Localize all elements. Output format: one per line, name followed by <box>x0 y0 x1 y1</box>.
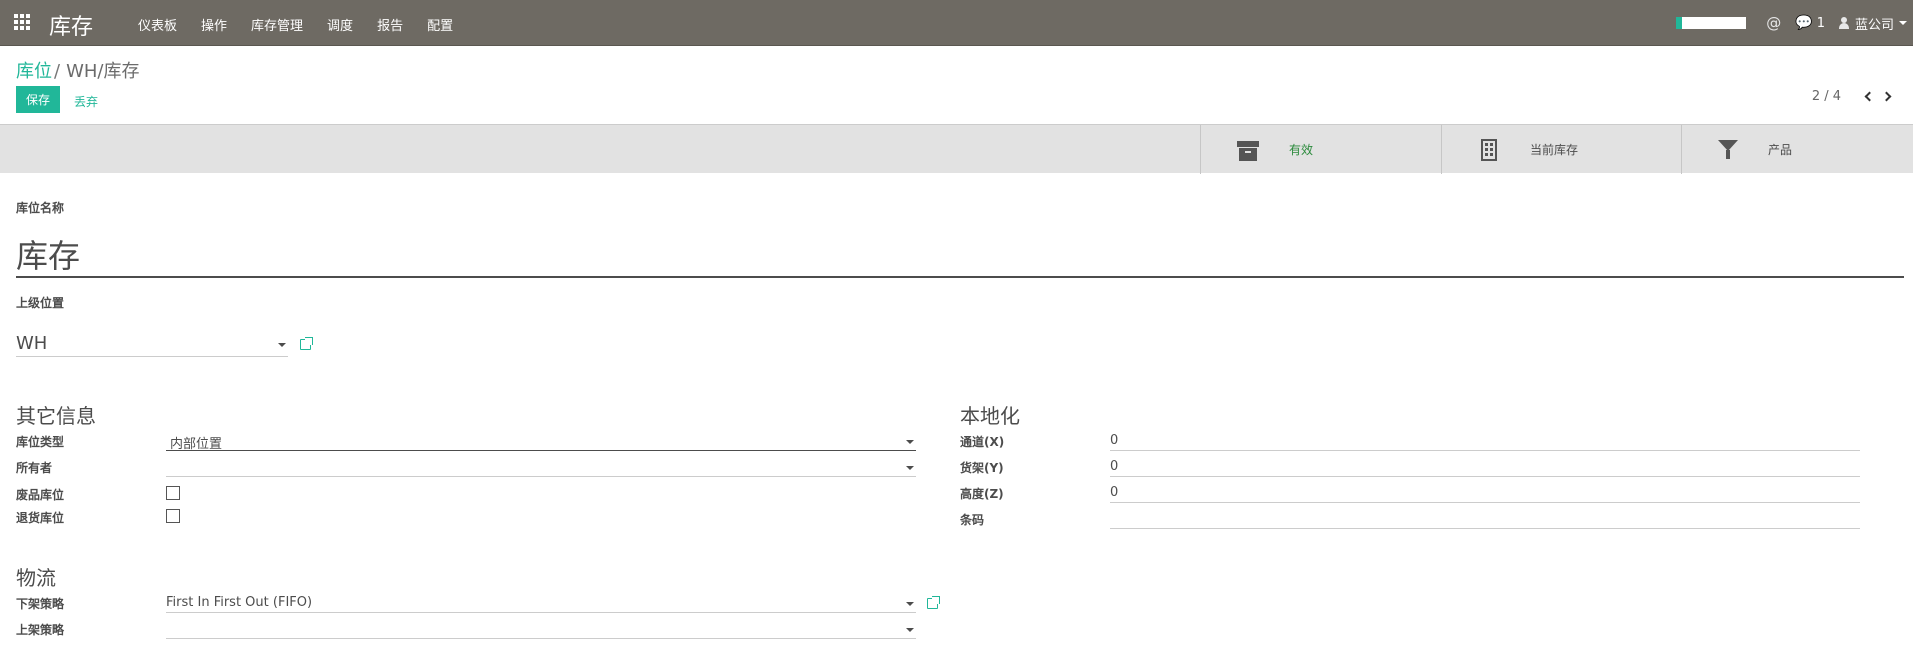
active-toggle-button[interactable]: 有效 <box>1200 125 1441 174</box>
active-toggle-label: 有效 <box>1289 143 1314 157</box>
removal-strategy-select[interactable]: First In First Out (FIFO) <box>166 593 916 613</box>
top-navbar: 库存 仪表板 操作 库存管理 调度 报告 配置 @ 💬 1 蓝公司 <box>0 0 1913 46</box>
shelf-label: 货架(Y) <box>960 461 1004 475</box>
breadcrumb-separator: / <box>54 61 61 82</box>
owner-label: 所有者 <box>16 461 53 475</box>
chevron-left-icon <box>1864 91 1875 101</box>
aisle-label: 通道(X) <box>960 435 1005 449</box>
pager-next-button[interactable] <box>1881 90 1895 104</box>
products-button[interactable]: 产品 <box>1681 125 1913 174</box>
menu-item-reporting[interactable]: 报告 <box>377 15 403 34</box>
aisle-input[interactable]: 0 <box>1110 431 1860 451</box>
other-info-title: 其它信息 <box>16 404 96 428</box>
scrap-location-label: 废品库位 <box>16 488 65 502</box>
caret-down-icon <box>278 343 286 347</box>
height-value: 0 <box>1110 485 1119 500</box>
location-name-label: 库位名称 <box>16 201 65 215</box>
pager-previous-button[interactable] <box>1861 90 1875 104</box>
menu-item-dashboard[interactable]: 仪表板 <box>138 15 177 34</box>
user-name: 蓝公司 <box>1854 17 1894 33</box>
products-label: 产品 <box>1768 143 1793 157</box>
return-location-label: 退货库位 <box>16 511 65 525</box>
caret-down-icon <box>1899 21 1907 25</box>
planner-progress-bar[interactable] <box>1676 17 1747 29</box>
menu-item-configuration[interactable]: 配置 <box>427 15 453 34</box>
barcode-label: 条码 <box>960 513 985 527</box>
chat-counter: 1 <box>1816 15 1825 31</box>
location-type-label: 库位类型 <box>16 435 65 449</box>
caret-down-icon <box>906 602 914 606</box>
main-menu: 仪表板 操作 库存管理 调度 报告 配置 <box>138 15 477 34</box>
parent-location-select[interactable]: WH <box>16 333 288 357</box>
building-icon <box>1481 138 1497 161</box>
scrap-location-checkbox[interactable] <box>166 486 180 500</box>
owner-select[interactable] <box>166 457 916 477</box>
breadcrumb-current: WH/库存 <box>66 61 140 82</box>
navbar-systray: @ 💬 1 蓝公司 <box>1676 0 1913 46</box>
parent-location-label: 上级位置 <box>16 296 65 310</box>
caret-down-icon <box>906 466 914 470</box>
barcode-input[interactable] <box>1110 509 1860 529</box>
menu-item-operations[interactable]: 操作 <box>201 15 227 34</box>
archive-icon <box>1237 139 1259 161</box>
height-input[interactable]: 0 <box>1110 483 1860 503</box>
shelf-value: 0 <box>1110 459 1119 474</box>
user-avatar-icon <box>1838 17 1849 29</box>
current-stock-label: 当前库存 <box>1530 143 1579 157</box>
location-name-input[interactable]: 库存 <box>16 234 1904 278</box>
chat-bubbles-icon: 💬 <box>1795 15 1813 31</box>
parent-location-value: WH <box>16 333 48 354</box>
menu-item-scheduling[interactable]: 调度 <box>327 15 353 34</box>
logistics-title: 物流 <box>16 566 56 590</box>
breadcrumb: 库位 / WH/库存 <box>16 57 139 83</box>
location-type-select[interactable]: 内部位置 <box>166 431 916 452</box>
caret-down-icon <box>906 440 914 444</box>
messaging-menu[interactable]: 💬 1 <box>1795 15 1825 31</box>
removal-strategy-label: 下架策略 <box>16 597 65 611</box>
caret-down-icon <box>906 628 914 632</box>
putaway-strategy-select[interactable] <box>166 619 916 639</box>
putaway-strategy-label: 上架策略 <box>16 623 65 637</box>
shelf-input[interactable]: 0 <box>1110 457 1860 477</box>
aisle-value: 0 <box>1110 433 1119 448</box>
filter-icon <box>1718 140 1738 159</box>
smart-button-box: 有效 当前库存 产品 <box>0 124 1913 174</box>
external-link-icon[interactable] <box>300 337 313 350</box>
pager-value[interactable]: 2 / 4 <box>1812 89 1841 104</box>
breadcrumb-parent-link[interactable]: 库位 <box>16 61 52 82</box>
pager: 2 / 4 <box>1812 89 1895 104</box>
discard-button[interactable]: 丢弃 <box>74 93 98 110</box>
return-location-checkbox[interactable] <box>166 509 180 523</box>
app-title: 库存 <box>49 15 94 40</box>
user-menu[interactable]: 蓝公司 <box>1838 14 1907 33</box>
chevron-right-icon <box>1881 91 1892 101</box>
external-link-icon[interactable] <box>927 596 940 609</box>
removal-strategy-value: First In First Out (FIFO) <box>166 595 313 610</box>
height-label: 高度(Z) <box>960 487 1004 501</box>
localization-title: 本地化 <box>960 404 1020 428</box>
current-stock-button[interactable]: 当前库存 <box>1441 125 1682 174</box>
apps-grid-icon[interactable] <box>14 14 32 30</box>
save-button[interactable]: 保存 <box>16 86 60 113</box>
at-sign-icon[interactable]: @ <box>1766 14 1781 32</box>
location-type-value: 内部位置 <box>170 437 223 452</box>
menu-item-inventory-control[interactable]: 库存管理 <box>251 15 303 34</box>
